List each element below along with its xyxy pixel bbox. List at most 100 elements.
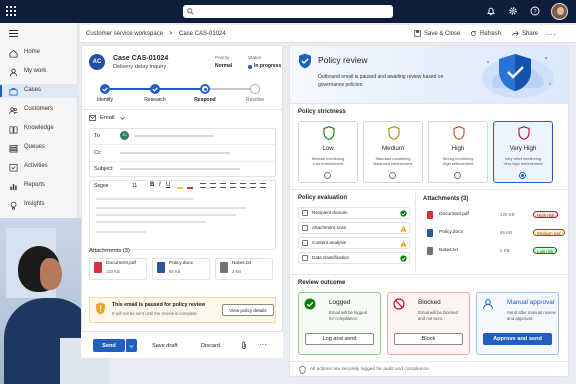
italic-icon[interactable]: I (159, 182, 161, 188)
top-bar: ? (0, 0, 576, 23)
sidebar-item-activities[interactable]: Activities (0, 160, 78, 174)
strictness-radio[interactable] (389, 172, 396, 179)
attachment-name: Policy.docx (169, 261, 193, 266)
queue-icon (9, 144, 18, 153)
home-icon (9, 49, 18, 58)
risk-attachment-name: Notes.txt (439, 248, 458, 253)
gear-icon[interactable] (508, 6, 518, 16)
breadcrumb-workspace[interactable]: Customer service workspace (86, 31, 163, 37)
outcome-button[interactable]: Log and send (305, 333, 374, 345)
status-dot (248, 65, 252, 69)
email-tab[interactable]: Email (100, 115, 115, 121)
highlight-icon[interactable] (177, 183, 183, 189)
more-options-icon[interactable]: ··· (259, 340, 267, 349)
priority-value: Normal (215, 63, 233, 69)
stage-identify[interactable] (100, 84, 110, 94)
reports-icon (10, 184, 17, 191)
check-circle-icon (400, 255, 407, 262)
hamburger-icon[interactable] (9, 30, 18, 37)
view-policy-button[interactable]: View policy details (222, 304, 274, 316)
align-left-icon[interactable] (200, 183, 206, 188)
person-icon (9, 68, 18, 77)
app-launcher-icon[interactable] (6, 6, 16, 16)
attachment-size: 120 KB (106, 269, 120, 274)
bold-icon[interactable]: B (150, 182, 154, 188)
stage-respond[interactable] (200, 84, 210, 94)
refresh-button[interactable]: Refresh (470, 30, 501, 37)
save-close-button[interactable]: Save & Close (414, 30, 460, 37)
sidebar-item-knowledge[interactable]: Knowledge (0, 122, 78, 136)
save-draft-button[interactable]: Save draft (152, 343, 178, 349)
attach-icon[interactable] (241, 341, 247, 350)
sidebar-item-label: My work (24, 68, 47, 74)
case-title: Case CAS-01024 (113, 55, 169, 62)
evaluation-label: Data classification (312, 255, 350, 260)
to-field[interactable] (134, 135, 214, 137)
shield-outline-icon (299, 366, 306, 374)
recipient-avatar: JC (120, 131, 129, 140)
font-size-select[interactable]: 11 (132, 183, 137, 189)
customers-icon (9, 107, 18, 115)
more-icon[interactable]: ··· (546, 30, 557, 39)
outcome-title: Review outcome (298, 280, 346, 286)
more-format-icon[interactable] (260, 183, 266, 188)
strictness-radio[interactable] (519, 172, 526, 179)
sidebar-item-my-work[interactable]: My work (0, 65, 78, 79)
sidebar-item-label: Customers (24, 106, 54, 112)
stage-resolve[interactable] (250, 84, 260, 94)
outcome-button[interactable]: Approve and send (483, 333, 552, 345)
font-color-icon[interactable] (187, 183, 193, 189)
save-icon (414, 30, 421, 37)
breadcrumb: Customer service workspace > Case CAS-01… (80, 25, 576, 43)
attachments-risk-title: Attachments (3) (423, 196, 469, 202)
evaluation-label: Attachment scan (312, 225, 347, 230)
strictness-radio[interactable] (454, 172, 461, 179)
sidebar-item-customers[interactable]: Customers (0, 103, 78, 117)
sidebar-item-label: Queues (24, 144, 46, 150)
check-circle-icon (304, 298, 316, 310)
priority-label: Priority (215, 55, 230, 60)
outcome-text2: for compliance. (329, 316, 359, 321)
numbered-list-icon[interactable] (220, 183, 226, 188)
outcome-title: Manual approval (507, 299, 555, 306)
send-bar: Send Save draft Discard ··· (81, 331, 283, 358)
shield-icon (453, 126, 465, 140)
discard-button[interactable]: Discard (201, 343, 220, 349)
attachment-size: 85 KB (169, 269, 181, 274)
check-circle-icon (400, 210, 407, 217)
sidebar-item-reports[interactable]: Reports (0, 179, 78, 193)
share-icon (512, 31, 519, 36)
send-options-button[interactable] (125, 339, 137, 352)
file-icon (157, 262, 165, 273)
outcome-button[interactable]: Block (394, 333, 463, 345)
sidebar-item-home[interactable]: Home (0, 46, 78, 60)
outcome-text2: and approval. (507, 316, 534, 321)
indent-icon[interactable] (230, 183, 236, 188)
subject-field[interactable] (120, 168, 240, 170)
user-avatar[interactable] (551, 3, 568, 20)
link-icon[interactable] (240, 183, 246, 188)
strictness-radio[interactable] (324, 172, 331, 179)
stage-research[interactable] (150, 84, 160, 94)
cc-field[interactable] (120, 152, 230, 154)
help-icon[interactable]: ? (530, 6, 540, 16)
shield-icon (323, 126, 335, 140)
sidebar-item-queues[interactable]: Queues (0, 141, 78, 155)
audit-footer: All actions are securely logged for audi… (310, 367, 430, 372)
outcome-text1: Email will be blocked (418, 310, 458, 315)
share-button[interactable]: Share (512, 30, 538, 37)
send-button[interactable]: Send (93, 339, 125, 352)
emoji-icon[interactable] (250, 183, 256, 188)
activities-icon (9, 163, 18, 172)
list-icon[interactable] (210, 183, 216, 188)
breadcrumb-page: Case CAS-01024 (179, 31, 226, 37)
evaluation-title: Policy evaluation (298, 195, 348, 201)
sidebar-item-insights[interactable]: Insights (0, 198, 78, 212)
font-select[interactable]: Segoe (94, 183, 108, 189)
search-input[interactable] (183, 5, 393, 18)
underline-icon[interactable]: U (166, 182, 170, 188)
risk-attachment-size: 85 KB (500, 230, 512, 235)
sidebar-item-cases[interactable]: Cases (0, 84, 78, 98)
bell-icon[interactable] (486, 6, 496, 16)
sidebar-item-label: Activities (24, 163, 48, 169)
